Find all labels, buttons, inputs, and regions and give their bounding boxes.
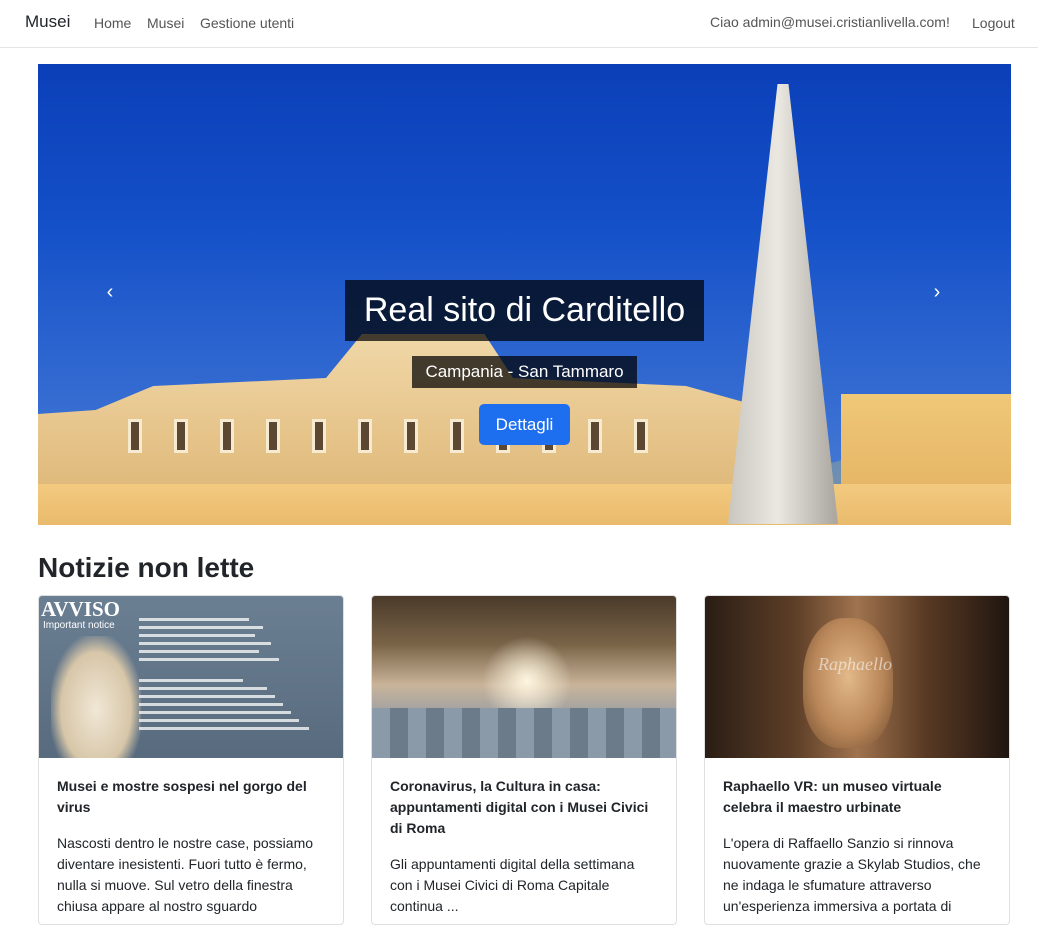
news-card-title[interactable]: Raphaello VR: un museo virtuale celebra … (723, 776, 993, 818)
nav-link-musei[interactable]: Musei (147, 15, 184, 31)
chevron-left-icon: ‹ (106, 281, 114, 303)
news-card[interactable]: Raphaello Raphaello VR: un museo virtual… (704, 595, 1010, 925)
section-heading: Notizie non lette (38, 552, 255, 583)
news-card[interactable]: AVVISO Important notice Musei e mostre s… (38, 595, 344, 925)
news-card-text: L'opera di Raffaello Sanzio si rinnova n… (723, 835, 981, 914)
news-card[interactable]: Coronavirus, la Cultura in casa: appunta… (371, 595, 677, 925)
details-button[interactable]: Dettagli (479, 404, 570, 445)
nav-link-home[interactable]: Home (94, 15, 131, 31)
carousel-caption-subtitle: Campania - San Tammaro (412, 356, 637, 388)
image-notice-heading: AVVISO (41, 597, 120, 621)
navbar-brand[interactable]: Musei (25, 12, 70, 32)
news-card-body: Raphaello VR: un museo virtuale celebra … (723, 776, 993, 917)
news-card-text: Nascosti dentro le nostre case, possiamo… (57, 835, 314, 914)
image-notice-subheading: Important notice (43, 620, 115, 631)
news-card-title[interactable]: Musei e mostre sospesi nel gorgo del vir… (57, 776, 327, 818)
news-card-text: Gli appuntamenti digital della settimana… (390, 856, 635, 914)
navbar: Musei Home Musei Gestione utenti Ciao ad… (0, 0, 1038, 48)
carousel-next-label: Next (940, 282, 941, 283)
carousel-next-button[interactable]: › Next (927, 282, 947, 302)
image-signature: Raphaello (818, 654, 892, 674)
carousel-prev-button[interactable]: ‹ Previous (100, 282, 120, 302)
chevron-right-icon: › (933, 281, 941, 303)
news-card-image: Raphaello (705, 596, 1009, 758)
news-card-body: Musei e mostre sospesi nel gorgo del vir… (57, 776, 327, 917)
user-greeting: Ciao admin@musei.cristianlivella.com! (710, 14, 950, 30)
news-card-image: AVVISO Important notice (39, 596, 343, 758)
carousel-prev-label: Previous (113, 282, 114, 283)
carousel-caption-title: Real sito di Carditello (345, 280, 704, 341)
news-card-title[interactable]: Coronavirus, la Cultura in casa: appunta… (390, 776, 660, 839)
logout-link[interactable]: Logout (972, 15, 1015, 31)
nav-link-user-management[interactable]: Gestione utenti (200, 15, 294, 31)
hero-carousel: ‹ Previous › Next Real sito di Carditell… (38, 64, 1011, 525)
news-card-body: Coronavirus, la Cultura in casa: appunta… (390, 776, 660, 917)
news-card-image (372, 596, 676, 758)
